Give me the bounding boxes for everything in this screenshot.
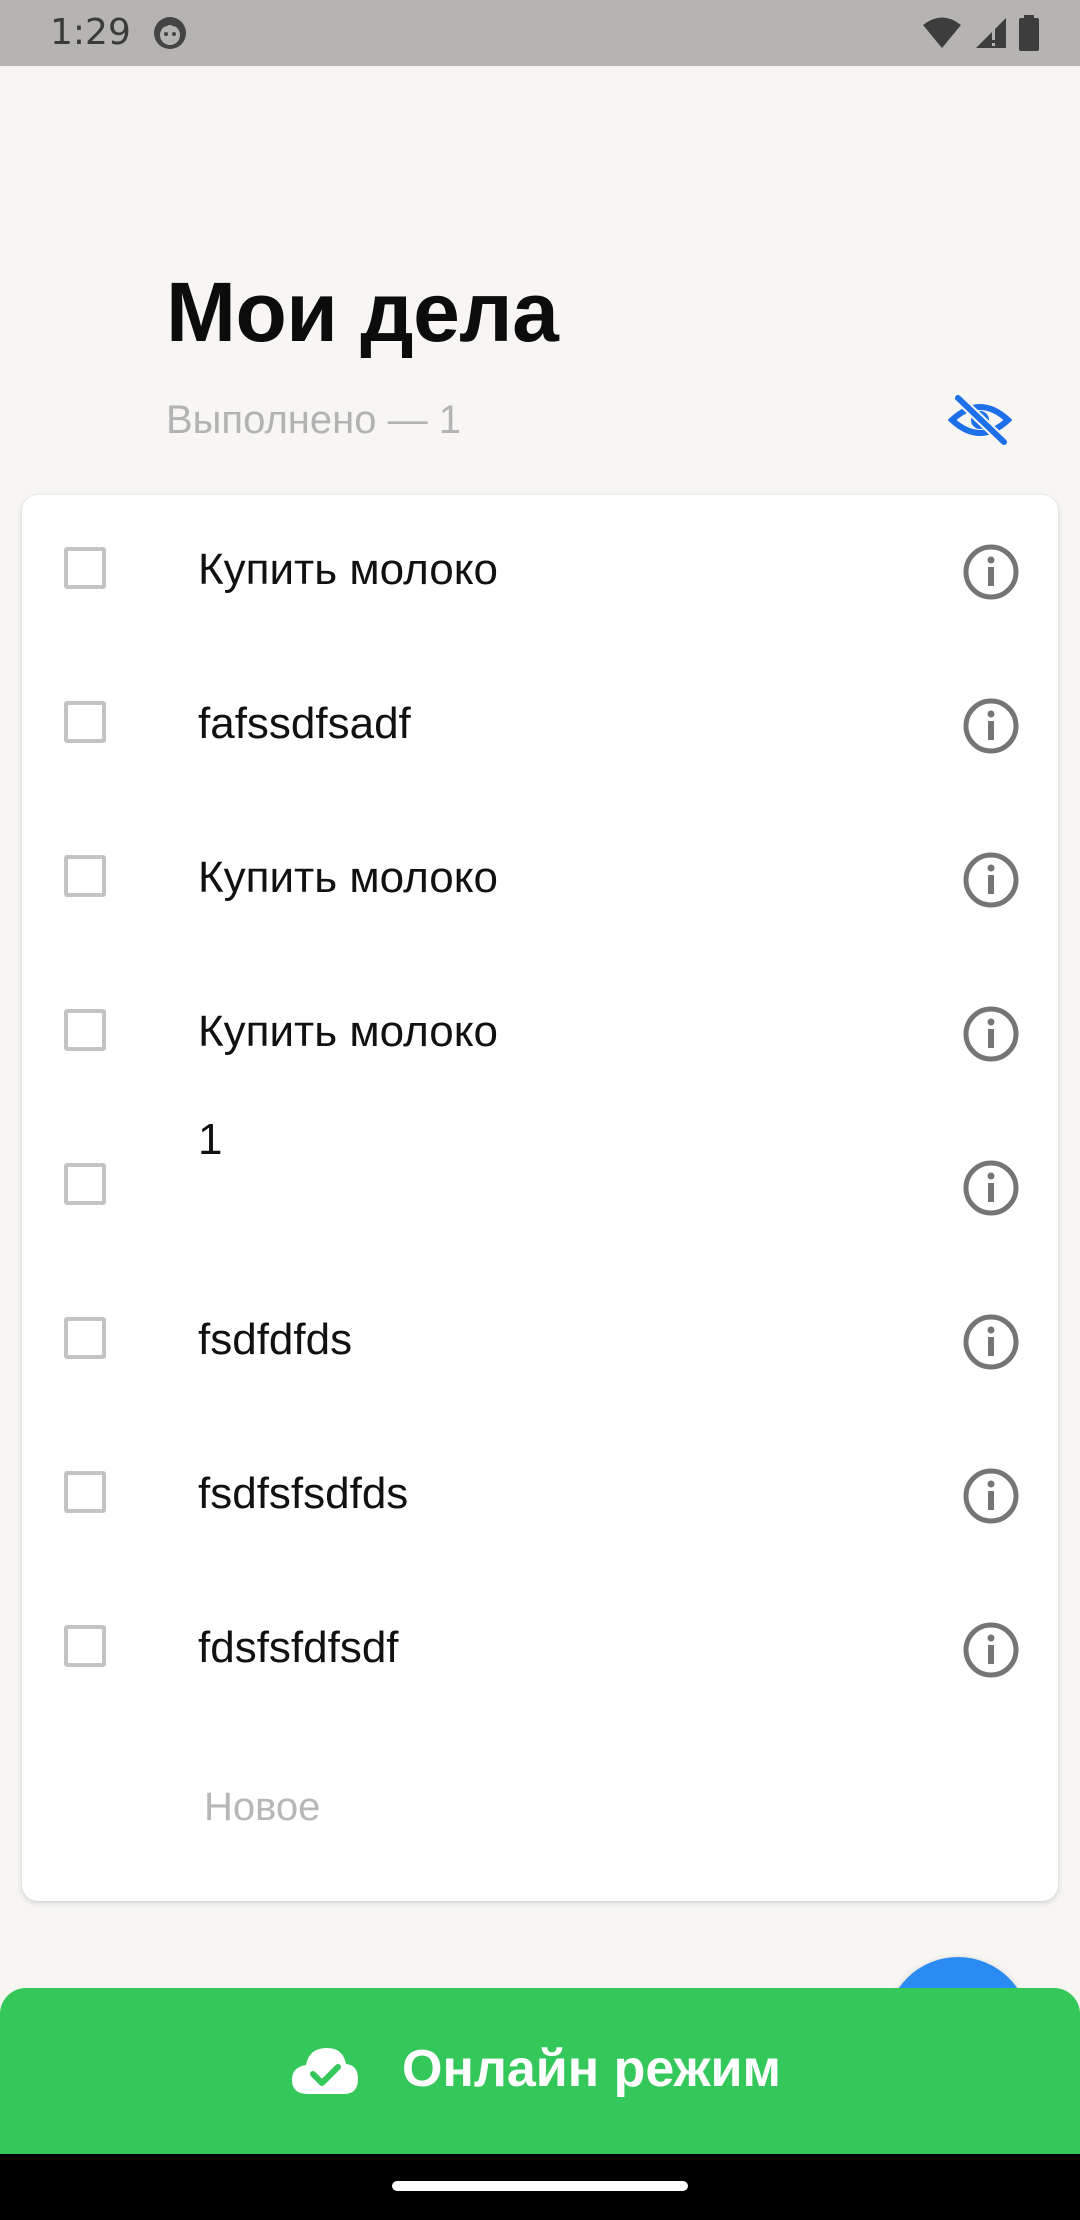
- task-text[interactable]: fdsfsfdfsdf: [198, 1626, 399, 1670]
- info-icon[interactable]: [962, 697, 1020, 755]
- task-row[interactable]: fsdfsfsdfds: [22, 1419, 1058, 1573]
- online-mode-banner: Онлайн режим: [0, 1988, 1080, 2154]
- task-text[interactable]: 1: [198, 1118, 222, 1162]
- task-row[interactable]: Купить молоко: [22, 495, 1058, 649]
- info-icon[interactable]: [962, 1621, 1020, 1679]
- task-text[interactable]: fafssdfsadf: [198, 702, 411, 746]
- info-icon[interactable]: [962, 1313, 1020, 1371]
- task-checkbox[interactable]: [64, 1317, 106, 1359]
- task-row[interactable]: 1: [22, 1111, 1058, 1265]
- task-row[interactable]: Купить молоко: [22, 803, 1058, 957]
- battery-icon: [1019, 15, 1039, 51]
- info-icon[interactable]: [962, 1159, 1020, 1217]
- task-list-card: Купить молоко fafssdfsadf Купить молоко …: [22, 495, 1058, 1901]
- task-checkbox[interactable]: [64, 547, 106, 589]
- eye-off-icon[interactable]: [948, 392, 1012, 448]
- home-gesture-handle[interactable]: [392, 2181, 688, 2191]
- wifi-icon: [923, 17, 961, 48]
- task-text[interactable]: Купить молоко: [198, 856, 498, 900]
- task-row[interactable]: fafssdfsadf: [22, 649, 1058, 803]
- online-mode-label: Онлайн режим: [402, 2040, 781, 2098]
- task-row[interactable]: fsdfdfds: [22, 1265, 1058, 1419]
- cloud-check-icon: [292, 2048, 358, 2094]
- task-row[interactable]: Купить молоко: [22, 957, 1058, 1111]
- status-bar: 1:29: [0, 0, 1080, 66]
- info-icon[interactable]: [962, 543, 1020, 601]
- task-text[interactable]: Купить молоко: [198, 548, 498, 592]
- info-icon[interactable]: [962, 1467, 1020, 1525]
- task-text[interactable]: Купить молоко: [198, 1010, 498, 1054]
- new-task-input[interactable]: Новое: [204, 1787, 320, 1827]
- info-icon[interactable]: [962, 851, 1020, 909]
- task-checkbox[interactable]: [64, 701, 106, 743]
- task-checkbox[interactable]: [64, 855, 106, 897]
- completed-count: Выполнено — 1: [166, 398, 461, 442]
- task-row[interactable]: fdsfsfdfsdf: [22, 1573, 1058, 1727]
- page-title: Мои дела: [166, 265, 559, 359]
- info-icon[interactable]: [962, 1005, 1020, 1063]
- task-text[interactable]: fsdfdfds: [198, 1318, 352, 1362]
- task-text[interactable]: fsdfsfsdfds: [198, 1472, 408, 1516]
- status-time: 1:29: [50, 12, 131, 53]
- task-checkbox[interactable]: [64, 1163, 106, 1205]
- task-checkbox[interactable]: [64, 1009, 106, 1051]
- cellular-signal-icon: [976, 18, 1006, 48]
- task-checkbox[interactable]: [64, 1471, 106, 1513]
- task-checkbox[interactable]: [64, 1625, 106, 1667]
- app-notification-icon: [154, 17, 186, 49]
